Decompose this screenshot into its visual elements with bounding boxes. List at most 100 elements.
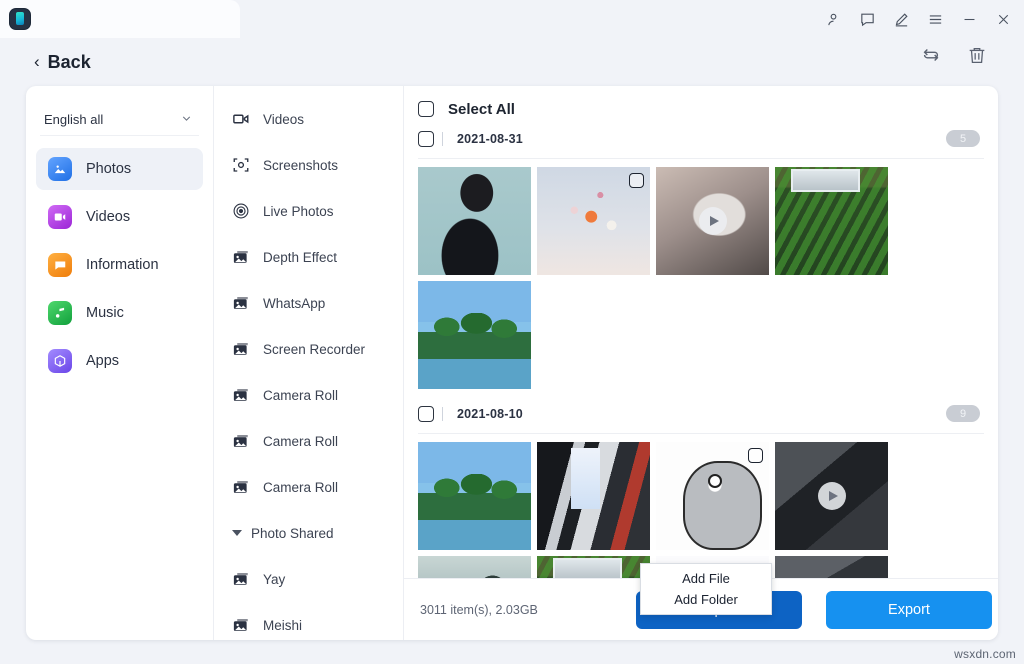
sidebar-item-music[interactable]: Music	[36, 292, 203, 334]
album-item-label: Camera Roll	[263, 480, 338, 495]
back-label: Back	[48, 52, 91, 73]
music-icon	[48, 301, 72, 325]
album-item-screen-recorder[interactable]: Screen Recorder	[214, 326, 403, 372]
sync-icon[interactable]	[920, 44, 942, 66]
sidebar: English all Photos Videos	[26, 86, 214, 640]
thumbnail-checkbox[interactable]	[748, 448, 763, 463]
feedback-chat-icon[interactable]	[850, 4, 884, 34]
thumbnail-flower-vase[interactable]	[537, 167, 650, 275]
album-item-screenshots[interactable]: Screenshots	[214, 142, 403, 188]
sidebar-item-label: Music	[86, 305, 124, 321]
photo-stack-icon	[232, 432, 250, 450]
thumbnail-totoro-watercolor[interactable]	[418, 556, 531, 578]
sidebar-item-label: Apps	[86, 353, 119, 369]
photo-stack-icon	[232, 478, 250, 496]
album-group-photo-shared[interactable]: Photo Shared	[214, 510, 403, 556]
screenshot-icon	[232, 156, 250, 174]
thumbnail-tropical-beach[interactable]	[418, 442, 531, 550]
date-count-badge: 9	[946, 405, 980, 422]
thumbnail-earbuds-case-video[interactable]	[656, 167, 769, 275]
album-group-label: Photo Shared	[251, 526, 334, 541]
date-group-header[interactable]: 2021-08-10 9	[404, 399, 998, 429]
mobiletrans-app-icon	[10, 9, 30, 29]
photo-stack-icon	[232, 386, 250, 404]
watermark: wsxdn.com	[954, 647, 1016, 661]
title-tab-shape	[0, 0, 240, 38]
sidebar-nav: Photos Videos Information	[26, 148, 213, 382]
album-item-whatsapp[interactable]: WhatsApp	[214, 280, 403, 326]
back-button[interactable]: ‹ Back	[34, 52, 91, 73]
thumbnail-portrait-man[interactable]	[418, 167, 531, 275]
album-list: Videos Screenshots Live Photos Depth Eff…	[214, 86, 404, 640]
sidebar-item-information[interactable]: Information	[36, 244, 203, 286]
title-bar: Wondershare MobileTrans	[0, 0, 1024, 38]
album-item-label: WhatsApp	[263, 296, 325, 311]
application-window: Wondershare MobileTrans ‹	[0, 0, 1024, 664]
items-summary: 3011 item(s), 2.03GB	[420, 603, 538, 617]
album-item-live-photos[interactable]: Live Photos	[214, 188, 403, 234]
export-button[interactable]: Export	[826, 591, 992, 629]
thumbnail-green-plants[interactable]	[537, 556, 650, 578]
album-item-label: Yay	[263, 572, 285, 587]
triangle-down-icon	[232, 530, 242, 536]
date-divider	[442, 407, 443, 421]
date-group-header[interactable]: 2021-08-31 5	[404, 124, 998, 154]
album-item-camera-roll-1[interactable]: Camera Roll	[214, 372, 403, 418]
import-dropdown-menu: Add File Add Folder	[640, 563, 772, 615]
information-icon	[48, 253, 72, 277]
thumbnail-tropical-beach[interactable]	[418, 281, 531, 389]
menu-item-add-file[interactable]: Add File	[641, 568, 771, 589]
date-label: 2021-08-10	[457, 407, 523, 421]
date-group-checkbox[interactable]	[418, 131, 434, 147]
apps-icon	[48, 349, 72, 373]
menu-hamburger-icon[interactable]	[918, 4, 952, 34]
language-selector-value: English all	[44, 112, 103, 127]
edit-pen-icon[interactable]	[884, 4, 918, 34]
thumbnail-checkbox[interactable]	[629, 173, 644, 188]
album-item-camera-roll-2[interactable]: Camera Roll	[214, 418, 403, 464]
thumbnail-green-plants[interactable]	[775, 167, 888, 275]
menu-item-add-folder[interactable]: Add Folder	[641, 589, 771, 610]
photo-stack-icon	[232, 294, 250, 312]
photo-stack-icon	[232, 570, 250, 588]
sidebar-item-apps[interactable]: Apps	[36, 340, 203, 382]
album-item-meishi[interactable]: Meishi	[214, 602, 403, 640]
media-scroll-area[interactable]: Select All 2021-08-31 5	[404, 86, 998, 578]
album-item-label: Screenshots	[263, 158, 338, 173]
close-icon[interactable]	[986, 4, 1020, 34]
date-label: 2021-08-31	[457, 132, 523, 146]
thumbnail-dark-video[interactable]	[775, 556, 888, 578]
select-all-label: Select All	[448, 101, 515, 118]
select-all-checkbox[interactable]	[418, 101, 434, 117]
thumbnail-keyboard-video[interactable]	[775, 442, 888, 550]
album-item-depth-effect[interactable]: Depth Effect	[214, 234, 403, 280]
sidebar-item-label: Photos	[86, 161, 131, 177]
date-divider	[442, 132, 443, 146]
album-item-videos[interactable]: Videos	[214, 96, 403, 142]
play-icon[interactable]	[699, 207, 727, 235]
album-item-label: Camera Roll	[263, 388, 338, 403]
chevron-down-icon	[180, 112, 193, 128]
live-photo-icon	[232, 202, 250, 220]
thumbnail-grid	[404, 434, 998, 578]
minimize-icon[interactable]	[952, 4, 986, 34]
language-selector[interactable]: English all	[40, 104, 199, 136]
page-header: ‹ Back	[0, 38, 1024, 86]
photos-icon	[48, 157, 72, 181]
trash-icon[interactable]	[966, 44, 988, 66]
date-count-badge: 5	[946, 130, 980, 147]
thumbnail-totoro-sketch[interactable]	[656, 442, 769, 550]
album-item-label: Videos	[263, 112, 304, 127]
thumbnail-office-desk[interactable]	[537, 442, 650, 550]
sidebar-item-photos[interactable]: Photos	[36, 148, 203, 190]
select-all-row[interactable]: Select All	[404, 94, 998, 124]
album-item-yay[interactable]: Yay	[214, 556, 403, 602]
album-item-label: Meishi	[263, 618, 302, 633]
account-icon[interactable]	[816, 4, 850, 34]
sidebar-item-videos[interactable]: Videos	[36, 196, 203, 238]
play-icon[interactable]	[818, 482, 846, 510]
album-item-camera-roll-3[interactable]: Camera Roll	[214, 464, 403, 510]
main-panel: English all Photos Videos	[26, 86, 998, 640]
date-group-checkbox[interactable]	[418, 406, 434, 422]
album-item-label: Screen Recorder	[263, 342, 365, 357]
